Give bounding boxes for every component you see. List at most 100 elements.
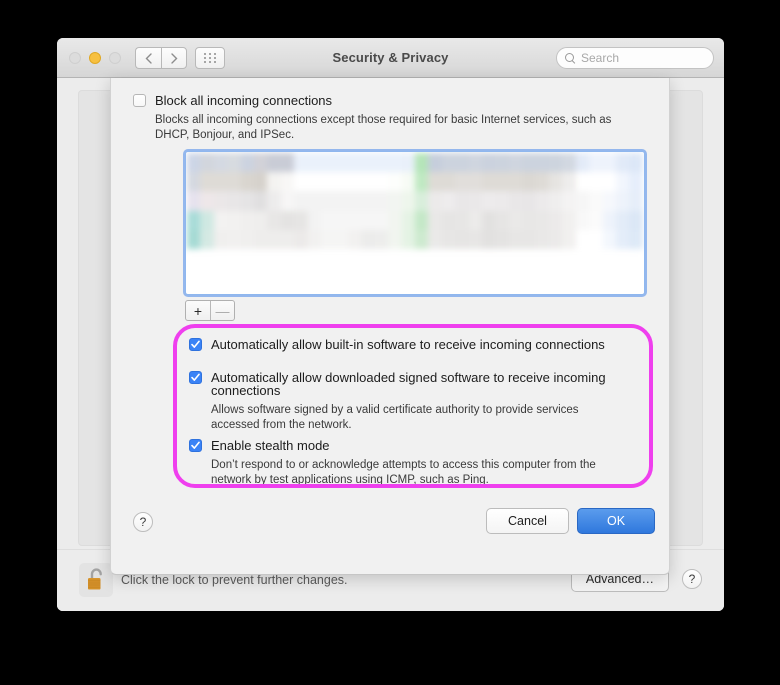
redacted-list-cell <box>374 153 389 173</box>
redacted-list-cell <box>200 153 214 173</box>
redacted-list-cell <box>522 153 536 173</box>
redacted-list-cell <box>213 210 228 230</box>
redacted-list-cell <box>254 229 268 249</box>
add-app-button[interactable]: + <box>186 301 210 320</box>
redacted-list-cell <box>495 229 509 249</box>
block-all-connections-line[interactable]: Block all incoming connections <box>133 94 649 107</box>
remove-app-button[interactable]: — <box>210 301 234 320</box>
redacted-list-cell <box>401 153 415 173</box>
redacted-list-cell <box>589 172 603 192</box>
redacted-list-cell <box>321 172 335 192</box>
redacted-list-cell <box>602 191 616 211</box>
redacted-list-cell <box>414 210 429 230</box>
redacted-list-cell <box>347 191 362 211</box>
builtin-software-label: Automatically allow built-in software to… <box>211 337 605 352</box>
redacted-list-cell <box>535 191 549 211</box>
redacted-list-cell <box>267 153 281 173</box>
redacted-list-cell <box>508 191 523 211</box>
redacted-list-cell <box>334 153 348 173</box>
redacted-list-cell <box>548 191 563 211</box>
downloaded-signed-software-line[interactable]: Automatically allow downloaded signed so… <box>189 371 629 397</box>
redacted-list-cell <box>401 229 415 249</box>
redacted-list-cell <box>562 210 576 230</box>
redacted-list-cell <box>508 172 523 192</box>
redacted-list-cell <box>602 210 616 230</box>
redacted-list-cell <box>468 172 482 192</box>
redacted-list-cell <box>401 172 415 192</box>
redacted-list-cell <box>481 191 496 211</box>
redacted-list-cell <box>481 210 496 230</box>
downloaded-signed-software-description: Allows software signed by a valid certif… <box>211 404 579 431</box>
redacted-list-cell <box>227 229 241 249</box>
ok-button[interactable]: OK <box>577 508 655 534</box>
redacted-list-cell <box>401 210 415 230</box>
redacted-list-cell <box>187 172 201 192</box>
redacted-list-cell <box>307 191 322 211</box>
redacted-list-cell <box>227 172 241 192</box>
redacted-list-cell <box>455 172 469 192</box>
redacted-list-cell <box>361 153 375 173</box>
redacted-list-cell <box>495 153 509 173</box>
redacted-list-cell <box>428 172 442 192</box>
option-row-builtin-software: Automatically allow built-in software to… <box>189 338 629 351</box>
redacted-list-cell <box>548 229 563 249</box>
list-add-remove-controls: + — <box>185 300 235 321</box>
redacted-list-cell <box>548 210 563 230</box>
search-icon <box>565 52 576 64</box>
cancel-button[interactable]: Cancel <box>486 508 569 534</box>
help-button[interactable]: ? <box>682 569 702 589</box>
redacted-list-cell <box>361 210 375 230</box>
redacted-list-cell <box>575 229 590 249</box>
redacted-list-cell <box>616 153 630 173</box>
redacted-list-cell <box>468 229 482 249</box>
block-all-connections-checkbox[interactable] <box>133 94 146 107</box>
redacted-list-cell <box>602 153 616 173</box>
redacted-list-cell <box>280 210 295 230</box>
redacted-list-cell <box>428 153 442 173</box>
redacted-list-row <box>187 172 643 192</box>
redacted-list-cell <box>535 172 549 192</box>
redacted-list-cell <box>307 210 322 230</box>
redacted-list-cell <box>200 229 214 249</box>
builtin-software-line[interactable]: Automatically allow built-in software to… <box>189 338 629 351</box>
redacted-list-cell <box>213 229 228 249</box>
redacted-list-cell <box>522 191 536 211</box>
checkmark-icon <box>191 441 200 449</box>
redacted-list-cell <box>616 172 630 192</box>
stealth-mode-checkbox[interactable] <box>189 439 202 452</box>
redacted-list-cell <box>321 153 335 173</box>
security-privacy-window: Security & Privacy Search Click the lock… <box>57 38 724 611</box>
redacted-list-cell <box>414 191 429 211</box>
redacted-list-cell <box>307 229 322 249</box>
redacted-list-cell <box>187 229 201 249</box>
redacted-list-cell <box>254 153 268 173</box>
block-all-connections-label: Block all incoming connections <box>155 93 333 108</box>
search-input[interactable]: Search <box>556 47 714 69</box>
redacted-list-cell <box>616 210 630 230</box>
redacted-list-cell <box>334 210 348 230</box>
redacted-list-cell <box>522 210 536 230</box>
allowed-apps-list[interactable] <box>185 151 645 295</box>
redacted-list-cell <box>401 191 415 211</box>
unlocked-padlock-icon <box>88 568 102 590</box>
redacted-list-cell <box>562 229 576 249</box>
redacted-list-cell <box>240 210 255 230</box>
sheet-help-button[interactable]: ? <box>133 512 153 532</box>
checkmark-icon <box>191 373 200 381</box>
downloaded-signed-software-checkbox[interactable] <box>189 371 202 384</box>
redacted-list-cell <box>441 153 456 173</box>
redacted-list-cell <box>254 191 268 211</box>
stealth-mode-description: Don’t respond to or acknowledge attempts… <box>211 459 596 486</box>
redacted-list-cell <box>562 172 576 192</box>
redacted-list-cell <box>227 191 241 211</box>
lock-button[interactable] <box>79 563 113 597</box>
redacted-list-cell <box>374 229 389 249</box>
redacted-list-cell <box>388 229 402 249</box>
redacted-list-cell <box>414 229 429 249</box>
redacted-list-cell <box>294 153 308 173</box>
redacted-list-cell <box>388 191 402 211</box>
redacted-list-cell <box>589 153 603 173</box>
builtin-software-checkbox[interactable] <box>189 338 202 351</box>
stealth-mode-line[interactable]: Enable stealth mode <box>189 439 629 452</box>
redacted-list-cell <box>414 172 429 192</box>
